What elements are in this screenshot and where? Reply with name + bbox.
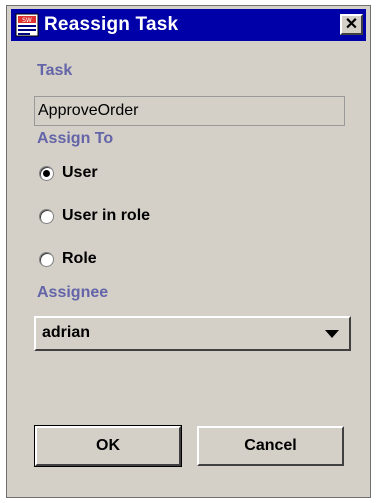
- title-bar[interactable]: SW Reassign Task ✕: [11, 9, 366, 41]
- radio-user-in-role[interactable]: User in role: [39, 207, 150, 225]
- radio-role[interactable]: Role: [39, 250, 97, 268]
- assignee-dropdown[interactable]: adrian: [34, 316, 351, 351]
- close-button[interactable]: ✕: [340, 14, 363, 35]
- task-label: Task: [37, 62, 73, 79]
- window-title: Reassign Task: [44, 14, 179, 35]
- close-icon: ✕: [344, 15, 359, 33]
- radio-role-label: Role: [62, 250, 97, 267]
- radio-user-label: User: [62, 164, 98, 181]
- ok-button[interactable]: OK: [34, 425, 182, 467]
- radio-user[interactable]: User: [39, 164, 98, 182]
- svg-text:SW: SW: [22, 17, 32, 24]
- chevron-down-icon[interactable]: [325, 330, 339, 338]
- app-icon: SW: [15, 13, 39, 37]
- radio-button[interactable]: [39, 208, 54, 224]
- assign-to-label: Assign To: [37, 130, 114, 147]
- assignee-value: adrian: [42, 324, 91, 341]
- radio-button-checked[interactable]: [39, 165, 54, 181]
- reassign-task-dialog: SW Reassign Task ✕ Task ApproveOrder Ass…: [6, 5, 371, 498]
- task-field: ApproveOrder: [34, 96, 345, 126]
- assignee-label: Assignee: [37, 284, 109, 301]
- radio-button[interactable]: [39, 251, 54, 267]
- cancel-button[interactable]: Cancel: [197, 426, 344, 466]
- radio-user-in-role-label: User in role: [62, 207, 151, 224]
